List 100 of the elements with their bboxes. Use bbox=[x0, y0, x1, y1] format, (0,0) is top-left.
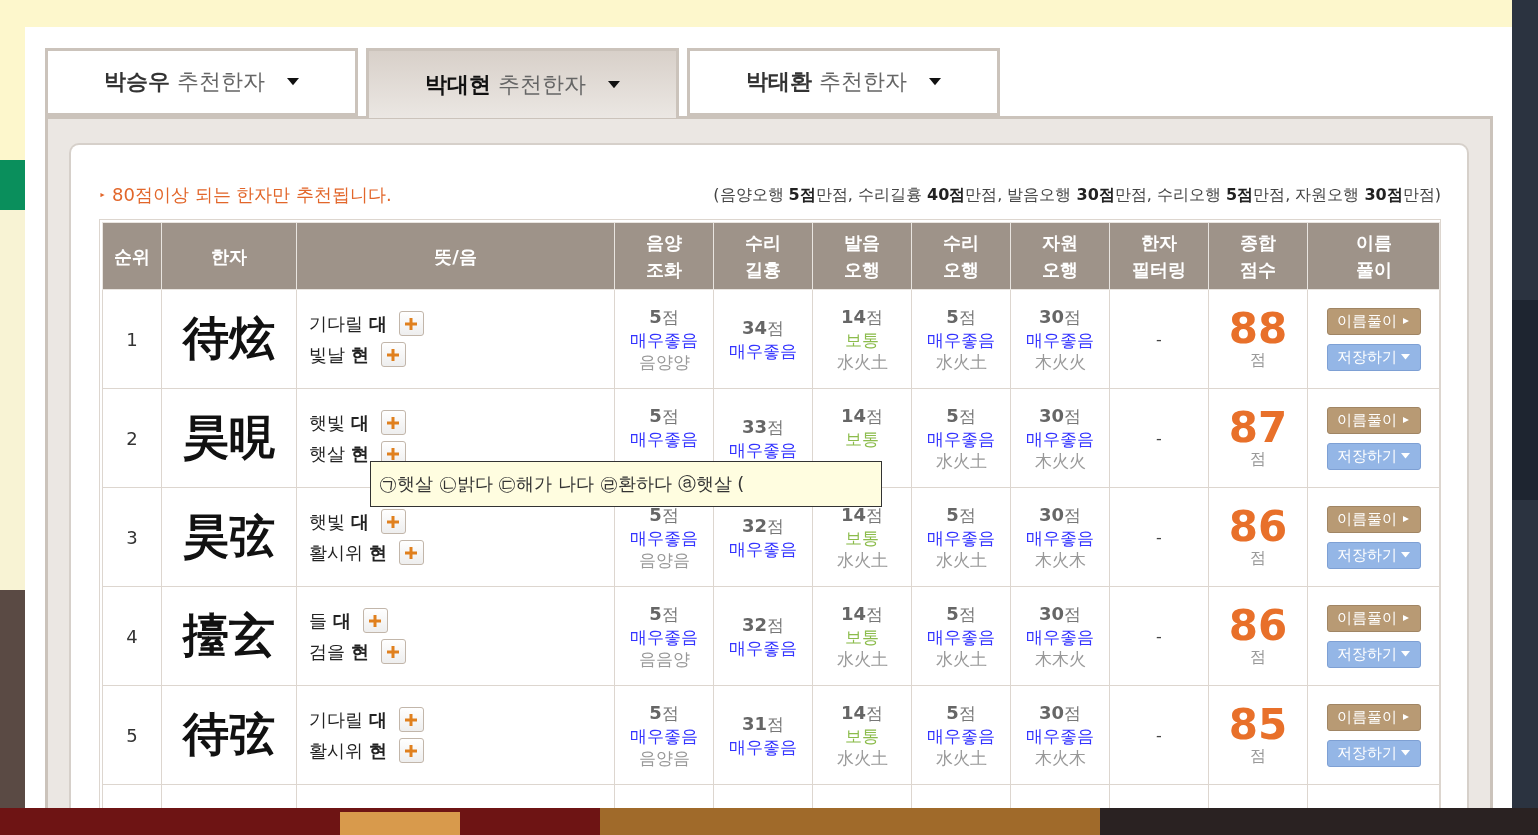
tab[interactable]: 박대현 추천한자 bbox=[366, 48, 679, 118]
rank-text: 2 bbox=[126, 427, 138, 449]
tab[interactable]: 박태환 추천한자 bbox=[687, 48, 1000, 116]
caret-icon bbox=[608, 80, 620, 89]
plus-icon bbox=[404, 743, 419, 758]
element-text: 水火土 bbox=[935, 548, 987, 571]
save-button[interactable]: 저장하기 bbox=[1326, 640, 1421, 668]
rank-text: 4 bbox=[126, 625, 138, 647]
score-points: 5점 bbox=[946, 503, 976, 527]
score-points: 33점 bbox=[741, 415, 785, 439]
column-header: 음양 조화 bbox=[614, 222, 714, 290]
hanja-text: 擡玄 bbox=[183, 608, 275, 662]
score-points: 14점 bbox=[840, 701, 884, 725]
element-text: 음양음 bbox=[638, 548, 690, 571]
rating-text: 매우좋음 bbox=[927, 526, 995, 549]
save-button[interactable]: 저장하기 bbox=[1326, 739, 1421, 767]
caret-icon bbox=[1400, 318, 1411, 324]
caret-icon bbox=[287, 78, 299, 86]
caret-icon bbox=[929, 78, 941, 86]
score-points: 5점 bbox=[649, 602, 679, 626]
score-unit: 점 bbox=[1250, 745, 1266, 767]
total-score: 86 bbox=[1228, 505, 1288, 548]
rank-text: 5 bbox=[126, 724, 138, 746]
meaning-text: 검을 현 bbox=[309, 639, 369, 664]
rating-text: 보통 bbox=[845, 526, 879, 549]
element-text: 木火木 bbox=[1034, 746, 1086, 769]
element-text: 水火土 bbox=[836, 746, 888, 769]
tab[interactable]: 박승우 추천한자 bbox=[45, 48, 358, 116]
meaning-text: 기다릴 대 bbox=[309, 707, 387, 732]
score-points: 30점 bbox=[1038, 602, 1082, 626]
column-header: 수리 오행 bbox=[911, 222, 1011, 290]
caret-icon bbox=[1401, 354, 1410, 360]
rank-text: 3 bbox=[126, 526, 138, 548]
score-unit: 점 bbox=[1250, 547, 1266, 569]
score-points: 32점 bbox=[741, 514, 785, 538]
meaning-text: 들 대 bbox=[309, 608, 351, 633]
rating-text: 매우좋음 bbox=[729, 438, 797, 461]
element-text: 水火土 bbox=[836, 350, 888, 373]
save-button[interactable]: 저장하기 bbox=[1326, 442, 1421, 470]
rating-text: 매우좋음 bbox=[630, 328, 698, 351]
total-score: 85 bbox=[1228, 703, 1288, 746]
caret-icon bbox=[1401, 552, 1410, 558]
column-header: 자원 오행 bbox=[1010, 222, 1110, 290]
plus-icon bbox=[386, 514, 401, 529]
score-points: 5점 bbox=[946, 404, 976, 428]
caret-icon bbox=[1401, 750, 1410, 756]
caret-icon bbox=[1400, 615, 1411, 621]
meaning-text: 활시위 현 bbox=[309, 540, 387, 565]
rating-text: 매우좋음 bbox=[729, 735, 797, 758]
rating-text: 매우좋음 bbox=[927, 427, 995, 450]
element-text: 음양양 bbox=[638, 350, 690, 373]
hanja-text: 昊弦 bbox=[183, 509, 275, 563]
interpret-button[interactable]: 이름풀이 bbox=[1326, 604, 1421, 632]
caret-icon bbox=[1401, 651, 1410, 657]
filter-text: - bbox=[1156, 626, 1162, 646]
plus-icon bbox=[386, 415, 401, 430]
total-score: 86 bbox=[1228, 604, 1288, 647]
element-text: 木火火 bbox=[1034, 449, 1086, 472]
score-unit: 점 bbox=[1250, 448, 1266, 470]
save-button[interactable]: 저장하기 bbox=[1326, 343, 1421, 371]
save-button[interactable]: 저장하기 bbox=[1326, 541, 1421, 569]
score-unit: 점 bbox=[1250, 646, 1266, 668]
score-points: 14점 bbox=[840, 602, 884, 626]
score-points: 30점 bbox=[1038, 701, 1082, 725]
total-score: 87 bbox=[1228, 406, 1288, 449]
tooltip: ㉠햇살 ㉡밝다 ㉢해가 나다 ㉣환하다 ⓐ햇살 ( bbox=[370, 461, 882, 507]
score-unit: 점 bbox=[1250, 349, 1266, 371]
rank-text: 1 bbox=[126, 328, 138, 350]
element-text: 水火土 bbox=[935, 449, 987, 472]
meaning-text: 빛날 현 bbox=[309, 342, 369, 367]
rating-text: 보통 bbox=[845, 625, 879, 648]
rating-text: 보통 bbox=[845, 427, 879, 450]
rating-text: 매우좋음 bbox=[927, 724, 995, 747]
plus-icon bbox=[386, 446, 401, 461]
score-points: 5점 bbox=[946, 602, 976, 626]
score-points: 30점 bbox=[1038, 404, 1082, 428]
score-points: 14점 bbox=[840, 404, 884, 428]
column-header: 뜻/음 bbox=[296, 222, 615, 290]
interpret-button[interactable]: 이름풀이 bbox=[1326, 703, 1421, 731]
column-header: 종합 점수 bbox=[1208, 222, 1308, 290]
rating-text: 매우좋음 bbox=[729, 339, 797, 362]
rating-text: 매우좋음 bbox=[630, 526, 698, 549]
rating-text: 매우좋음 bbox=[1026, 526, 1094, 549]
meaning-text: 기다릴 대 bbox=[309, 311, 387, 336]
meaning-text: 활시위 현 bbox=[309, 738, 387, 763]
interpret-button[interactable]: 이름풀이 bbox=[1326, 406, 1421, 434]
rating-text: 매우좋음 bbox=[630, 427, 698, 450]
plus-icon bbox=[386, 644, 401, 659]
column-header: 수리 길흉 bbox=[713, 222, 813, 290]
rating-text: 매우좋음 bbox=[927, 328, 995, 351]
score-points: 32점 bbox=[741, 613, 785, 637]
plus-icon bbox=[404, 712, 419, 727]
rating-text: 매우좋음 bbox=[729, 537, 797, 560]
score-points: 5점 bbox=[649, 701, 679, 725]
interpret-button[interactable]: 이름풀이 bbox=[1326, 505, 1421, 533]
meaning-text: 햇살 현 bbox=[309, 441, 369, 466]
total-score: 88 bbox=[1228, 307, 1288, 350]
score-points: 30점 bbox=[1038, 305, 1082, 329]
element-text: 水火土 bbox=[836, 647, 888, 670]
interpret-button[interactable]: 이름풀이 bbox=[1326, 307, 1421, 335]
